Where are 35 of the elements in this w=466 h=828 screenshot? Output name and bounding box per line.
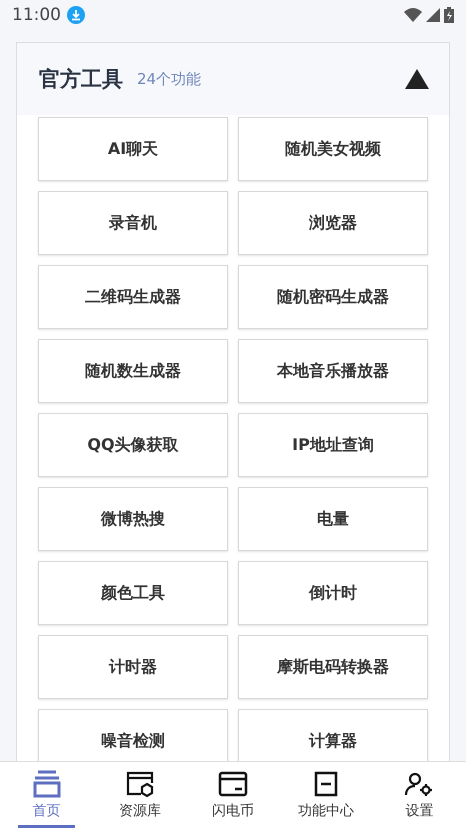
- tool-button[interactable]: 颜色工具: [38, 561, 228, 625]
- feature-count: 24个功能: [137, 70, 202, 88]
- tool-button[interactable]: 计时器: [38, 635, 228, 699]
- tool-button[interactable]: 本地音乐播放器: [238, 339, 428, 403]
- nav-tab[interactable]: 资源库: [93, 762, 186, 828]
- tool-button[interactable]: 电量: [238, 487, 428, 551]
- tool-button[interactable]: 录音机: [38, 191, 228, 255]
- tool-button[interactable]: 随机数生成器: [38, 339, 228, 403]
- tool-button[interactable]: 微博热搜: [38, 487, 228, 551]
- home-icon: [32, 770, 62, 798]
- tool-button[interactable]: AI聊天: [38, 117, 228, 181]
- status-time: 11:00: [12, 5, 61, 25]
- card-icon: [218, 770, 248, 798]
- section-title: 官方工具: [39, 66, 123, 93]
- tool-button[interactable]: 随机美女视频: [238, 117, 428, 181]
- tool-button[interactable]: 计算器: [238, 709, 428, 761]
- collapse-triangle-icon[interactable]: [405, 69, 429, 89]
- tool-button[interactable]: 摩斯电码转换器: [238, 635, 428, 699]
- tool-button[interactable]: 随机密码生成器: [238, 265, 428, 329]
- browser-hexagon-icon: [124, 770, 155, 798]
- nav-tab[interactable]: 首页: [0, 762, 94, 828]
- tool-button[interactable]: 浏览器: [238, 191, 428, 255]
- nav-tab[interactable]: 设置: [372, 762, 466, 828]
- tool-button[interactable]: 倒计时: [238, 561, 428, 625]
- signal-icon: [426, 8, 440, 22]
- nav-tab[interactable]: 功能中心: [280, 762, 373, 828]
- tool-button[interactable]: 二维码生成器: [38, 265, 228, 329]
- tool-button[interactable]: IP地址查询: [238, 413, 428, 477]
- nav-tab[interactable]: 闪电币: [186, 762, 280, 828]
- tool-button[interactable]: QQ头像获取: [38, 413, 228, 477]
- wifi-icon: [404, 8, 422, 22]
- user-gear-icon: [404, 770, 434, 798]
- battery-icon: [444, 7, 454, 23]
- download-icon: [67, 6, 85, 24]
- tool-button[interactable]: 噪音检测: [38, 709, 228, 761]
